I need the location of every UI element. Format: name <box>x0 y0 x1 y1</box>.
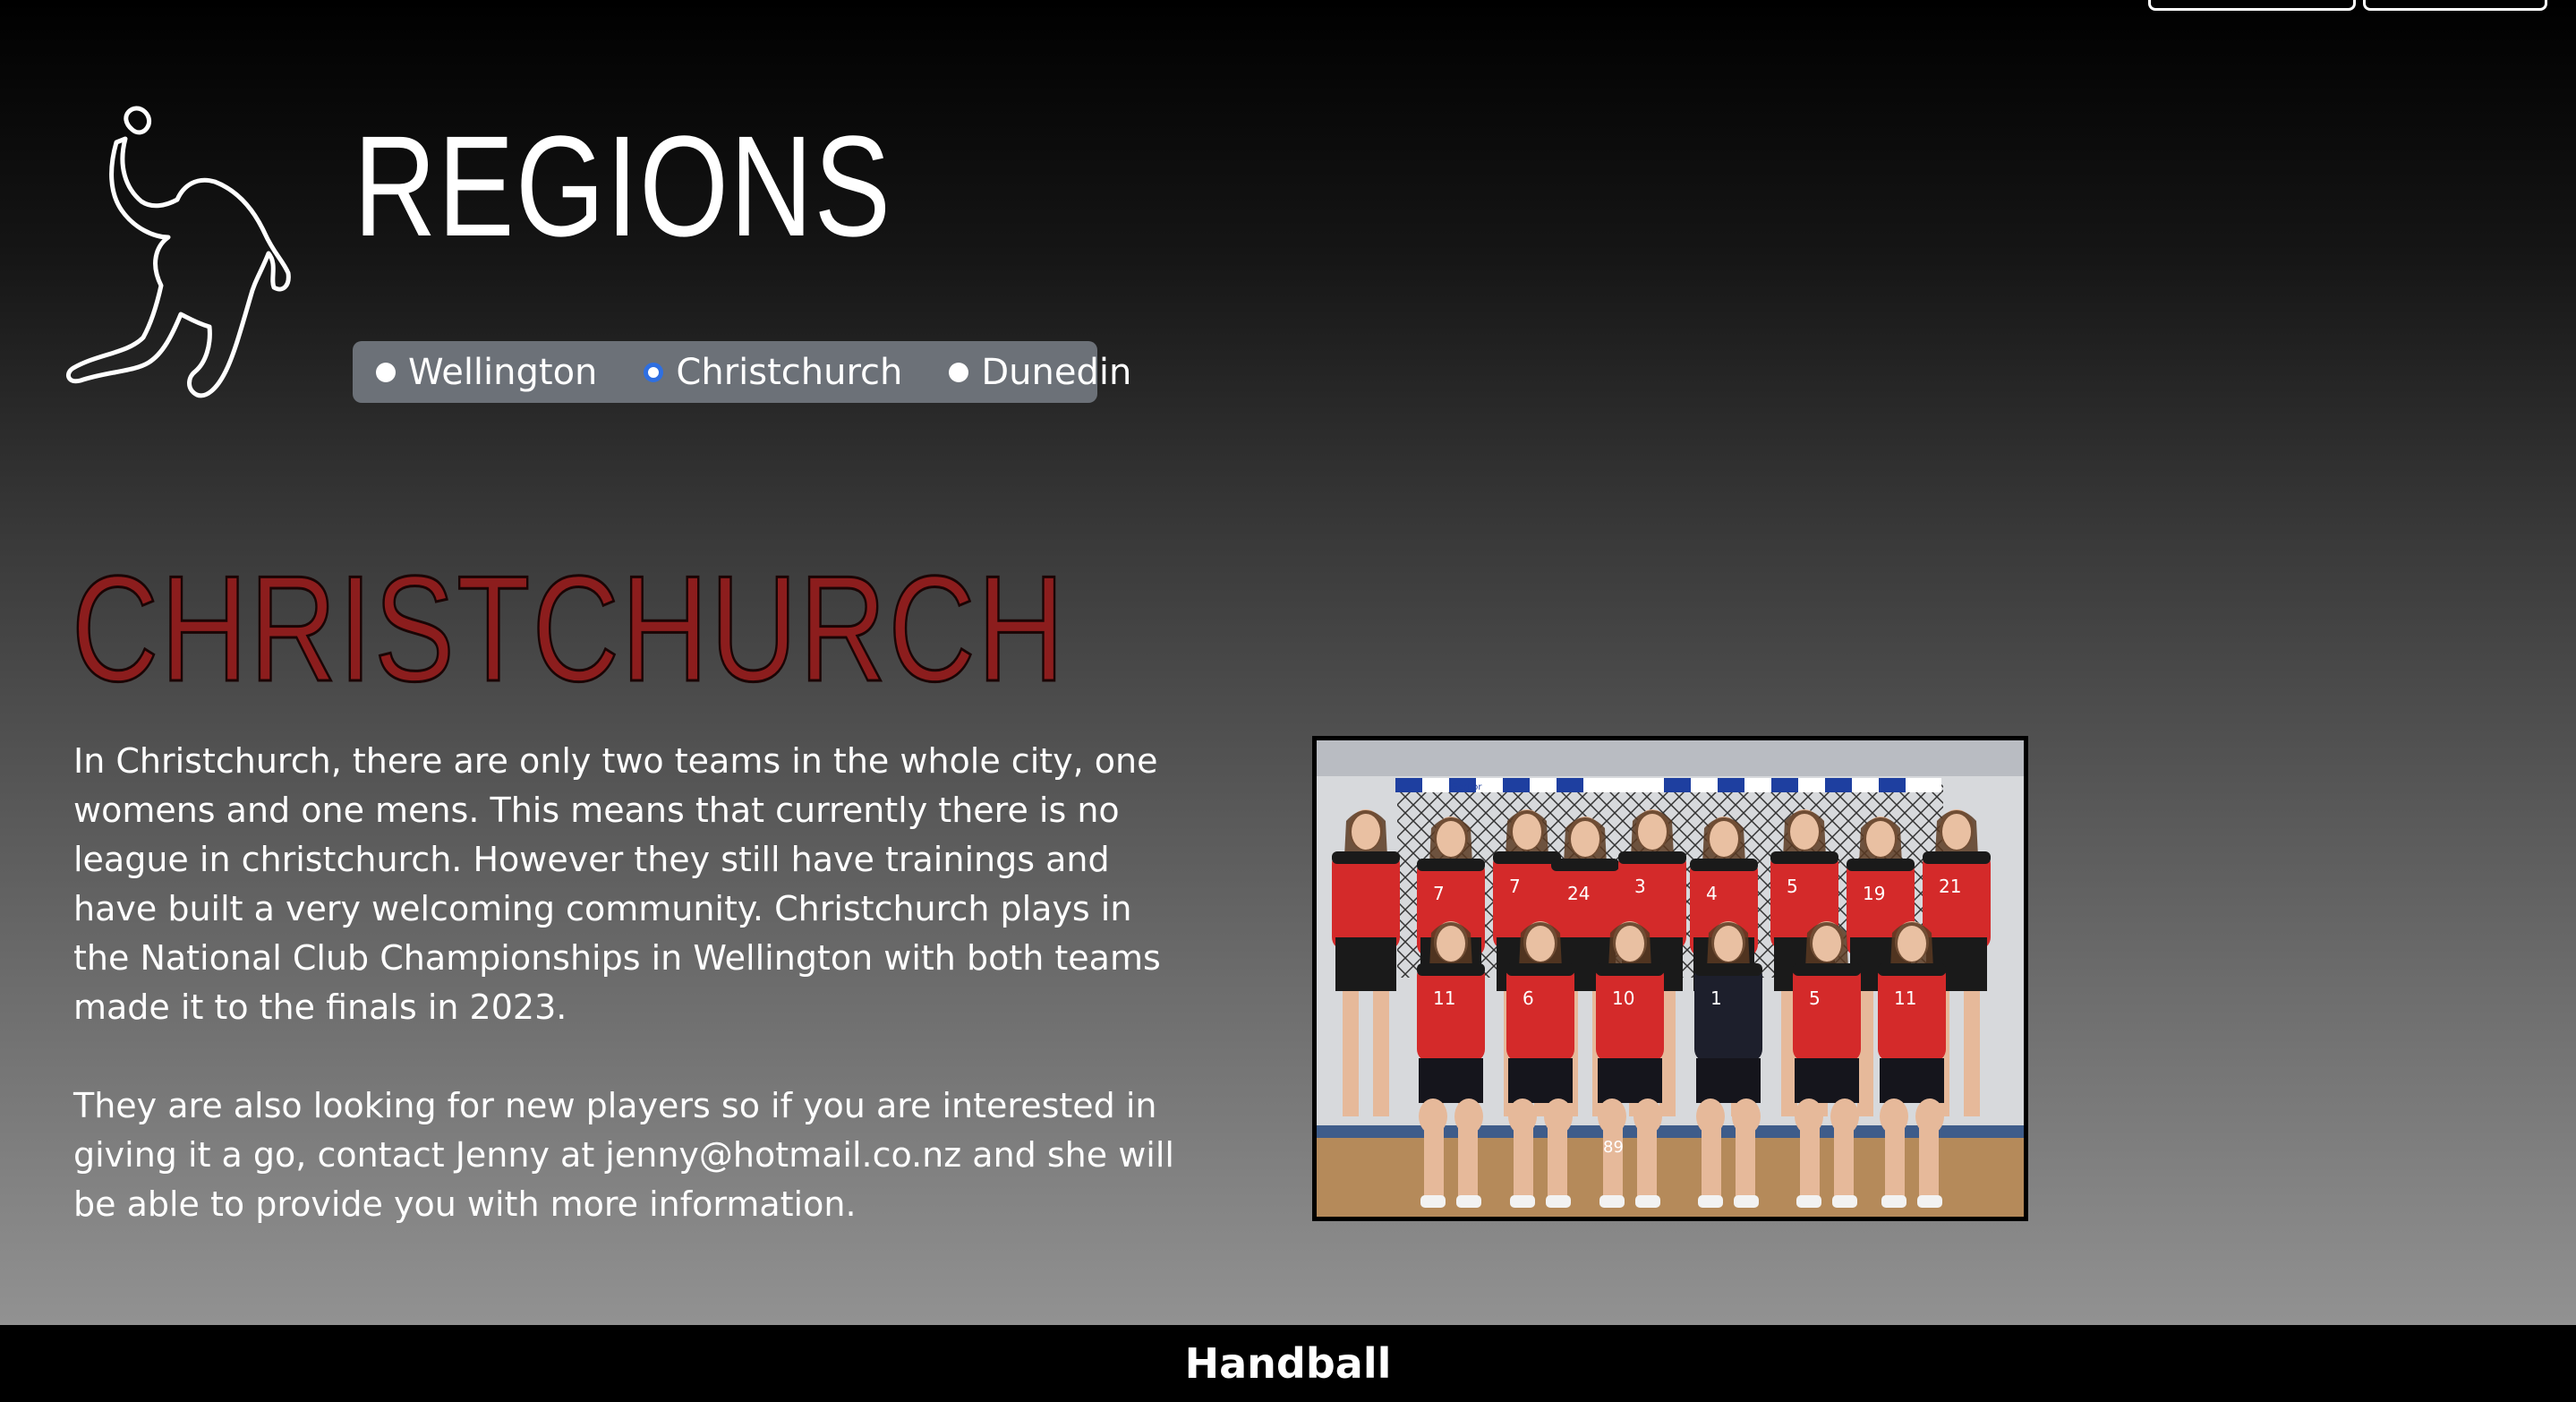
goal-sign: Gerflor <box>1451 782 1482 792</box>
handball-player-icon <box>63 103 304 407</box>
top-nav-button-right[interactable] <box>2363 0 2547 11</box>
region-label-dunedin: Dunedin <box>981 351 1132 393</box>
footer-title: Handball <box>1184 1339 1392 1388</box>
jersey-number: 11 <box>1433 987 1455 1009</box>
region-selector: Wellington Christchurch Dunedin <box>353 341 1131 403</box>
page-title: REGIONS <box>354 106 892 266</box>
jersey-number: 1 <box>1710 987 1722 1009</box>
jersey-number: 24 <box>1567 883 1590 904</box>
jersey-number: 4 <box>1706 883 1718 904</box>
jersey-number: 7 <box>1509 876 1521 897</box>
description-paragraph: They are also looking for new players so… <box>73 1086 1174 1224</box>
region-option-dunedin[interactable]: Dunedin <box>949 352 1131 393</box>
radio-dunedin[interactable] <box>949 362 969 382</box>
jersey-number: 3 <box>1634 876 1646 897</box>
jersey-number: 6 <box>1523 987 1534 1009</box>
jersey-number: 21 <box>1939 876 1961 897</box>
footer: Handball <box>0 1325 2576 1402</box>
description-paragraph: In Christchurch, there are only two team… <box>73 741 1161 1027</box>
jersey-number: 5 <box>1809 987 1821 1009</box>
region-label-wellington: Wellington <box>408 351 598 393</box>
region-heading: CHRISTCHURCH <box>71 544 1067 713</box>
region-option-wellington[interactable]: Wellington <box>376 352 597 393</box>
jersey-number: 5 <box>1787 876 1798 897</box>
jersey-number: 19 <box>1863 883 1885 904</box>
region-label-christchurch: Christchurch <box>676 351 903 393</box>
region-description: In Christchurch, there are only two team… <box>73 737 1192 1278</box>
region-option-christchurch[interactable]: Christchurch <box>644 352 902 393</box>
shorts-number: 89 <box>1603 1138 1624 1157</box>
radio-wellington[interactable] <box>376 362 396 382</box>
radio-christchurch[interactable] <box>644 362 664 382</box>
team-photo: Gerflor 7 7 24 3 4 5 19 21 11 6 10 1 5 11 89 <box>1312 736 2028 1221</box>
jersey-number: 11 <box>1894 987 1916 1009</box>
jersey-number: 7 <box>1433 883 1445 904</box>
jersey-number: 10 <box>1612 987 1634 1009</box>
top-nav-button-left[interactable] <box>2148 0 2356 11</box>
